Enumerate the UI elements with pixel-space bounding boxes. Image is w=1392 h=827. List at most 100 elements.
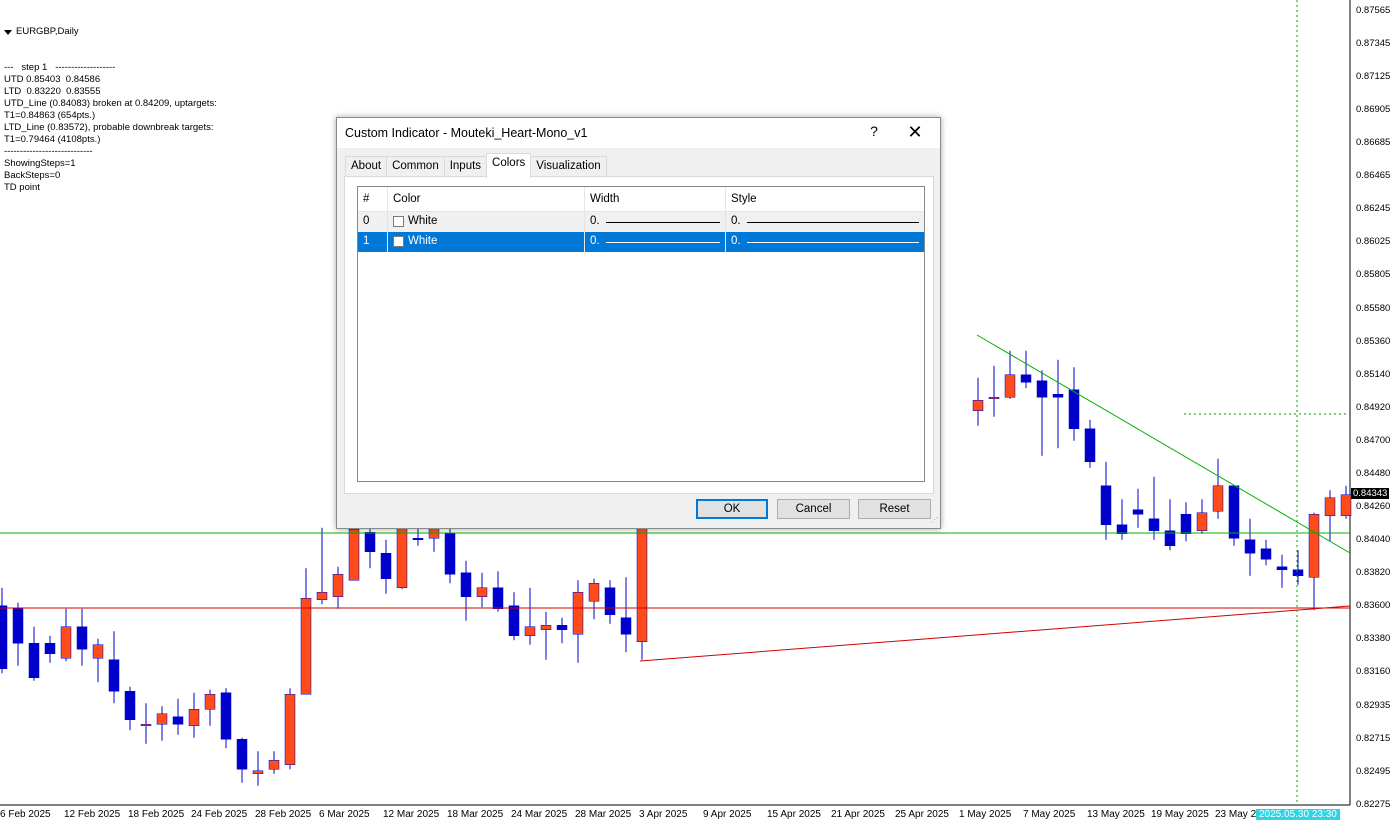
candle-body [220, 692, 232, 740]
tab-common[interactable]: Common [386, 156, 445, 177]
date-label: 12 Feb 2025 [64, 809, 121, 820]
price-label: 0.87565 [1356, 5, 1391, 16]
date-label: 6 Mar 2025 [319, 809, 370, 820]
symbol-label: EURGBP,Daily [16, 26, 79, 37]
info-line: UTD 0.85403 0.84586 [4, 74, 101, 85]
price-label: 0.85140 [1356, 368, 1391, 380]
tab-inputs[interactable]: Inputs [443, 156, 488, 177]
tab-visualization[interactable]: Visualization [530, 156, 607, 177]
width-cell[interactable]: 0. [585, 212, 726, 232]
cancel-button[interactable]: Cancel [777, 499, 850, 519]
tab-colors[interactable]: Colors [486, 153, 532, 178]
candle-body [300, 598, 312, 695]
price-label: 0.87345 [1356, 38, 1391, 49]
candle-body [588, 583, 600, 602]
candle-body [236, 739, 248, 770]
info-line: LTD_Line (0.83572), probable downbreak t… [4, 122, 214, 133]
price-label: 0.84700 [1356, 434, 1391, 446]
reset-button[interactable]: Reset [858, 499, 931, 519]
price-label: 0.85805 [1356, 269, 1391, 280]
style-line-sample [746, 242, 919, 243]
style-line-sample [746, 222, 919, 223]
collapse-triangle-icon[interactable] [4, 29, 12, 35]
candle-body [444, 533, 456, 575]
candle-body [316, 592, 328, 600]
candle-body [252, 770, 264, 774]
color-cell[interactable]: White [388, 232, 585, 252]
color-name: White [408, 215, 438, 227]
candle-body [332, 574, 344, 597]
date-label: 15 Apr 2025 [767, 809, 821, 820]
price-label: 0.85580 [1356, 302, 1391, 314]
style-cell[interactable]: 0. [726, 232, 924, 252]
candle-body [1308, 514, 1320, 578]
candle-body [364, 532, 376, 552]
date-label: 9 Apr 2025 [703, 809, 752, 820]
style-value: 0. [731, 235, 741, 247]
row-index: 0 [358, 212, 388, 232]
time-scale: 6 Feb 2025 12 Feb 2025 18 Feb 2025 24 Feb 2… [0, 806, 1350, 822]
date-label: 28 Mar 2025 [575, 809, 632, 820]
grid-header: # Color Width Style [358, 187, 924, 212]
candle-body [1196, 512, 1208, 531]
candle-body [12, 608, 24, 644]
price-label: 0.83160 [1356, 665, 1391, 677]
price-label: 0.85360 [1356, 335, 1391, 347]
ok-button[interactable]: OK [696, 499, 768, 519]
resize-grip-icon[interactable]: ⋰ [931, 517, 939, 527]
candle-body [540, 625, 552, 630]
column-header-width[interactable]: Width [585, 187, 726, 211]
dialog-title: Custom Indicator - Mouteki_Heart-Mono_v1 [345, 126, 588, 140]
color-name: White [408, 235, 438, 247]
color-cell[interactable]: White [388, 212, 585, 232]
date-label: 24 Feb 2025 [191, 809, 248, 820]
style-cell[interactable]: 0. [726, 212, 924, 232]
info-line: T1=0.79464 (4108pts.) [4, 134, 101, 145]
color-swatch [393, 216, 404, 227]
price-label: 0.86245 [1356, 203, 1391, 214]
column-header-color[interactable]: Color [388, 187, 585, 211]
row-index: 1 [358, 232, 388, 252]
info-line: --- step 1 ------------------- [4, 62, 116, 73]
candle-body [0, 605, 8, 669]
date-label: 19 May 2025 [1151, 809, 1209, 820]
price-label: 0.87125 [1356, 71, 1391, 82]
date-label: 1 May 2025 [959, 809, 1012, 820]
width-value: 0. [590, 215, 600, 227]
candle-body [460, 572, 472, 597]
width-cell[interactable]: 0. [585, 232, 726, 252]
column-header-style[interactable]: Style [726, 187, 924, 211]
date-label: 18 Feb 2025 [128, 809, 185, 820]
indicator-info-panel: EURGBP,Daily --- step 1 ----------------… [4, 2, 217, 206]
table-row[interactable]: 0 White 0. 0. [358, 212, 924, 232]
candle-body [1260, 548, 1272, 560]
candle-body [1052, 394, 1064, 398]
candle-body [412, 538, 424, 540]
candle-body [76, 626, 88, 650]
date-label: 24 Mar 2025 [511, 809, 568, 820]
table-row-selected[interactable]: 1 White 0. 0. [358, 232, 924, 252]
price-label: 0.86685 [1356, 137, 1391, 148]
candle-body [1004, 374, 1016, 398]
candle-body [572, 592, 584, 635]
width-line-sample [605, 222, 720, 223]
price-label: 0.86905 [1356, 104, 1391, 115]
price-label: 0.83600 [1356, 599, 1391, 611]
tab-about[interactable]: About [345, 156, 388, 177]
info-line: ---------------------------- [4, 146, 93, 157]
candle-body [476, 587, 488, 597]
candle-body [556, 625, 568, 630]
price-label: 0.84260 [1356, 500, 1391, 512]
help-button[interactable]: ? [867, 123, 881, 139]
custom-indicator-dialog: Custom Indicator - Mouteki_Heart-Mono_v1… [336, 117, 941, 529]
candle-body [1292, 569, 1304, 576]
candle-body [1324, 497, 1336, 516]
info-line: UTD_Line (0.84083) broken at 0.84209, up… [4, 98, 217, 109]
date-label: 23 May 2 [1215, 809, 1257, 820]
column-header-index[interactable]: # [358, 187, 388, 211]
candle-body [284, 694, 296, 765]
candle-body [1132, 509, 1144, 515]
info-line: T1=0.84863 (654pts.) [4, 110, 96, 121]
close-button[interactable]: ✕ [905, 122, 925, 143]
dialog-titlebar[interactable]: Custom Indicator - Mouteki_Heart-Mono_v1… [337, 118, 940, 148]
